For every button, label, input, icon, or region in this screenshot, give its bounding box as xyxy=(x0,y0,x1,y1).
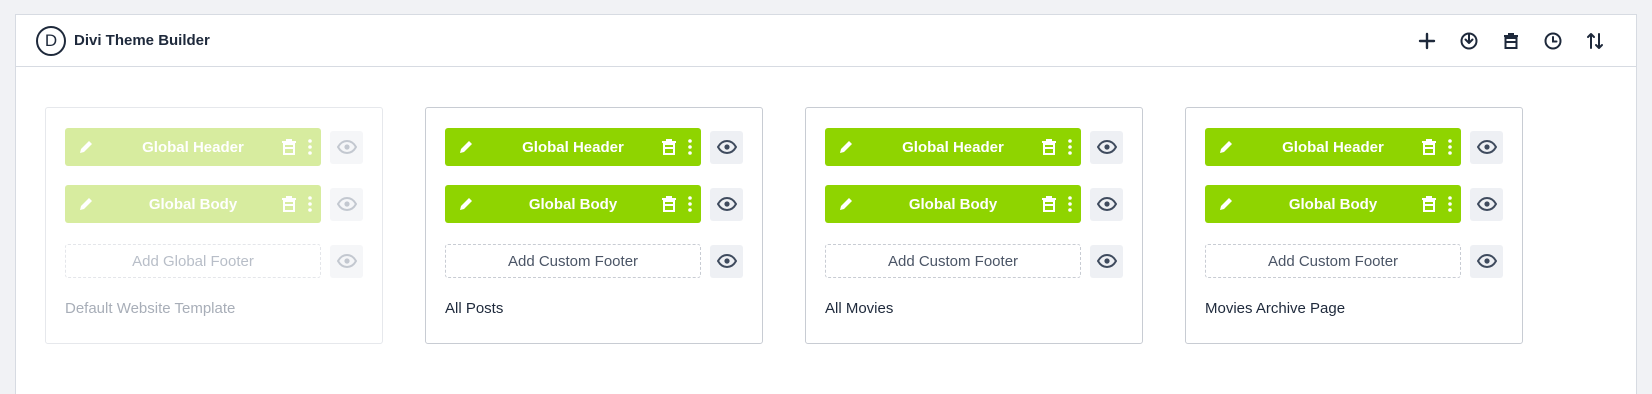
header-layout-pill[interactable]: Global Header xyxy=(65,128,321,166)
trash-icon[interactable] xyxy=(1041,195,1057,213)
trash-icon[interactable] xyxy=(1041,138,1057,156)
template-title: All Posts xyxy=(445,300,504,317)
eye-icon xyxy=(336,197,357,211)
portability-button[interactable] xyxy=(1455,27,1483,55)
body-layout-row: Global Body xyxy=(1205,184,1503,224)
edit-icon[interactable] xyxy=(837,138,855,156)
body-layout-row: Global Body xyxy=(445,184,743,224)
template-card: Global Header Global Body Add Custom Foo… xyxy=(425,107,763,344)
more-options-icon[interactable] xyxy=(1067,138,1073,156)
more-options-icon[interactable] xyxy=(687,195,693,213)
template-card: Global Header Global Body Add Custom Foo… xyxy=(805,107,1143,344)
visibility-toggle[interactable] xyxy=(710,244,743,278)
eye-icon xyxy=(336,140,357,154)
visibility-toggle[interactable] xyxy=(1090,130,1123,164)
footer-layout-row: Add Custom Footer xyxy=(825,241,1123,281)
trash-icon[interactable] xyxy=(661,138,677,156)
visibility-toggle[interactable] xyxy=(330,244,363,278)
eye-icon xyxy=(1476,140,1497,154)
visibility-toggle[interactable] xyxy=(1470,244,1503,278)
logo-letter: D xyxy=(44,30,58,50)
template-title: Movies Archive Page xyxy=(1205,300,1346,317)
add-footer-button[interactable]: Add Custom Footer xyxy=(825,244,1081,278)
edit-icon[interactable] xyxy=(1217,138,1235,156)
footer-layout-row: Add Custom Footer xyxy=(445,241,743,281)
eye-icon xyxy=(1096,197,1117,211)
add-footer-button[interactable]: Add Custom Footer xyxy=(1205,244,1461,278)
add-footer-button[interactable]: Add Custom Footer xyxy=(445,244,701,278)
portability-icon xyxy=(1460,32,1478,50)
trash-icon[interactable] xyxy=(1421,138,1437,156)
edit-icon[interactable] xyxy=(77,195,95,213)
body-layout-pill[interactable]: Global Body xyxy=(1205,185,1461,223)
more-options-icon[interactable] xyxy=(1067,195,1073,213)
eye-icon xyxy=(1096,254,1117,268)
visibility-toggle[interactable] xyxy=(1090,187,1123,221)
edit-icon[interactable] xyxy=(457,138,475,156)
divi-logo: D xyxy=(36,25,66,56)
more-options-icon[interactable] xyxy=(307,195,313,213)
template-title: All Movies xyxy=(825,300,894,317)
footer-layout-row: Add Custom Footer xyxy=(1205,241,1503,281)
toolbar-actions xyxy=(1413,27,1609,55)
trash-icon[interactable] xyxy=(1421,195,1437,213)
header-layout-row: Global Header xyxy=(65,127,363,167)
trash-icon xyxy=(1504,33,1518,49)
eye-icon xyxy=(716,254,737,268)
more-options-icon[interactable] xyxy=(687,138,693,156)
edit-icon[interactable] xyxy=(837,195,855,213)
more-options-icon[interactable] xyxy=(1447,195,1453,213)
app-title: Divi Theme Builder xyxy=(74,32,210,49)
header-layout-row: Global Header xyxy=(1205,127,1503,167)
visibility-toggle[interactable] xyxy=(330,187,363,221)
visibility-toggle[interactable] xyxy=(1090,244,1123,278)
trash-icon[interactable] xyxy=(281,138,297,156)
more-options-icon[interactable] xyxy=(307,138,313,156)
visibility-toggle[interactable] xyxy=(1470,187,1503,221)
template-card: Global Header Global Body Add Custom Foo… xyxy=(1185,107,1523,344)
visibility-toggle[interactable] xyxy=(330,130,363,164)
visibility-toggle[interactable] xyxy=(710,130,743,164)
template-title: Default Website Template xyxy=(65,300,236,317)
eye-icon xyxy=(716,197,737,211)
add-template-button[interactable] xyxy=(1413,27,1441,55)
history-icon xyxy=(1544,32,1562,50)
trash-icon[interactable] xyxy=(281,195,297,213)
visibility-toggle[interactable] xyxy=(1470,130,1503,164)
delete-all-button[interactable] xyxy=(1497,27,1525,55)
sort-button[interactable] xyxy=(1581,27,1609,55)
top-bar: D Divi Theme Builder xyxy=(16,15,1636,67)
body-layout-row: Global Body xyxy=(825,184,1123,224)
edit-icon[interactable] xyxy=(77,138,95,156)
eye-icon xyxy=(336,254,357,268)
eye-icon xyxy=(1476,254,1497,268)
trash-icon[interactable] xyxy=(661,195,677,213)
footer-layout-row: Add Global Footer xyxy=(65,241,363,281)
header-layout-pill[interactable]: Global Header xyxy=(1205,128,1461,166)
add-footer-button[interactable]: Add Global Footer xyxy=(65,244,321,278)
theme-builder: D Divi Theme Builder Global Header Globa… xyxy=(15,14,1637,394)
eye-icon xyxy=(1096,140,1117,154)
template-card: Global Header Global Body Add Global Foo… xyxy=(45,107,383,344)
header-layout-pill[interactable]: Global Header xyxy=(445,128,701,166)
body-layout-pill[interactable]: Global Body xyxy=(65,185,321,223)
body-layout-pill[interactable]: Global Body xyxy=(825,185,1081,223)
body-layout-row: Global Body xyxy=(65,184,363,224)
eye-icon xyxy=(1476,197,1497,211)
visibility-toggle[interactable] xyxy=(710,187,743,221)
history-button[interactable] xyxy=(1539,27,1567,55)
header-layout-row: Global Header xyxy=(825,127,1123,167)
more-options-icon[interactable] xyxy=(1447,138,1453,156)
body-layout-pill[interactable]: Global Body xyxy=(445,185,701,223)
header-layout-pill[interactable]: Global Header xyxy=(825,128,1081,166)
sort-icon xyxy=(1587,33,1603,49)
add-icon xyxy=(1418,32,1436,50)
edit-icon[interactable] xyxy=(1217,195,1235,213)
header-layout-row: Global Header xyxy=(445,127,743,167)
edit-icon[interactable] xyxy=(457,195,475,213)
eye-icon xyxy=(716,140,737,154)
